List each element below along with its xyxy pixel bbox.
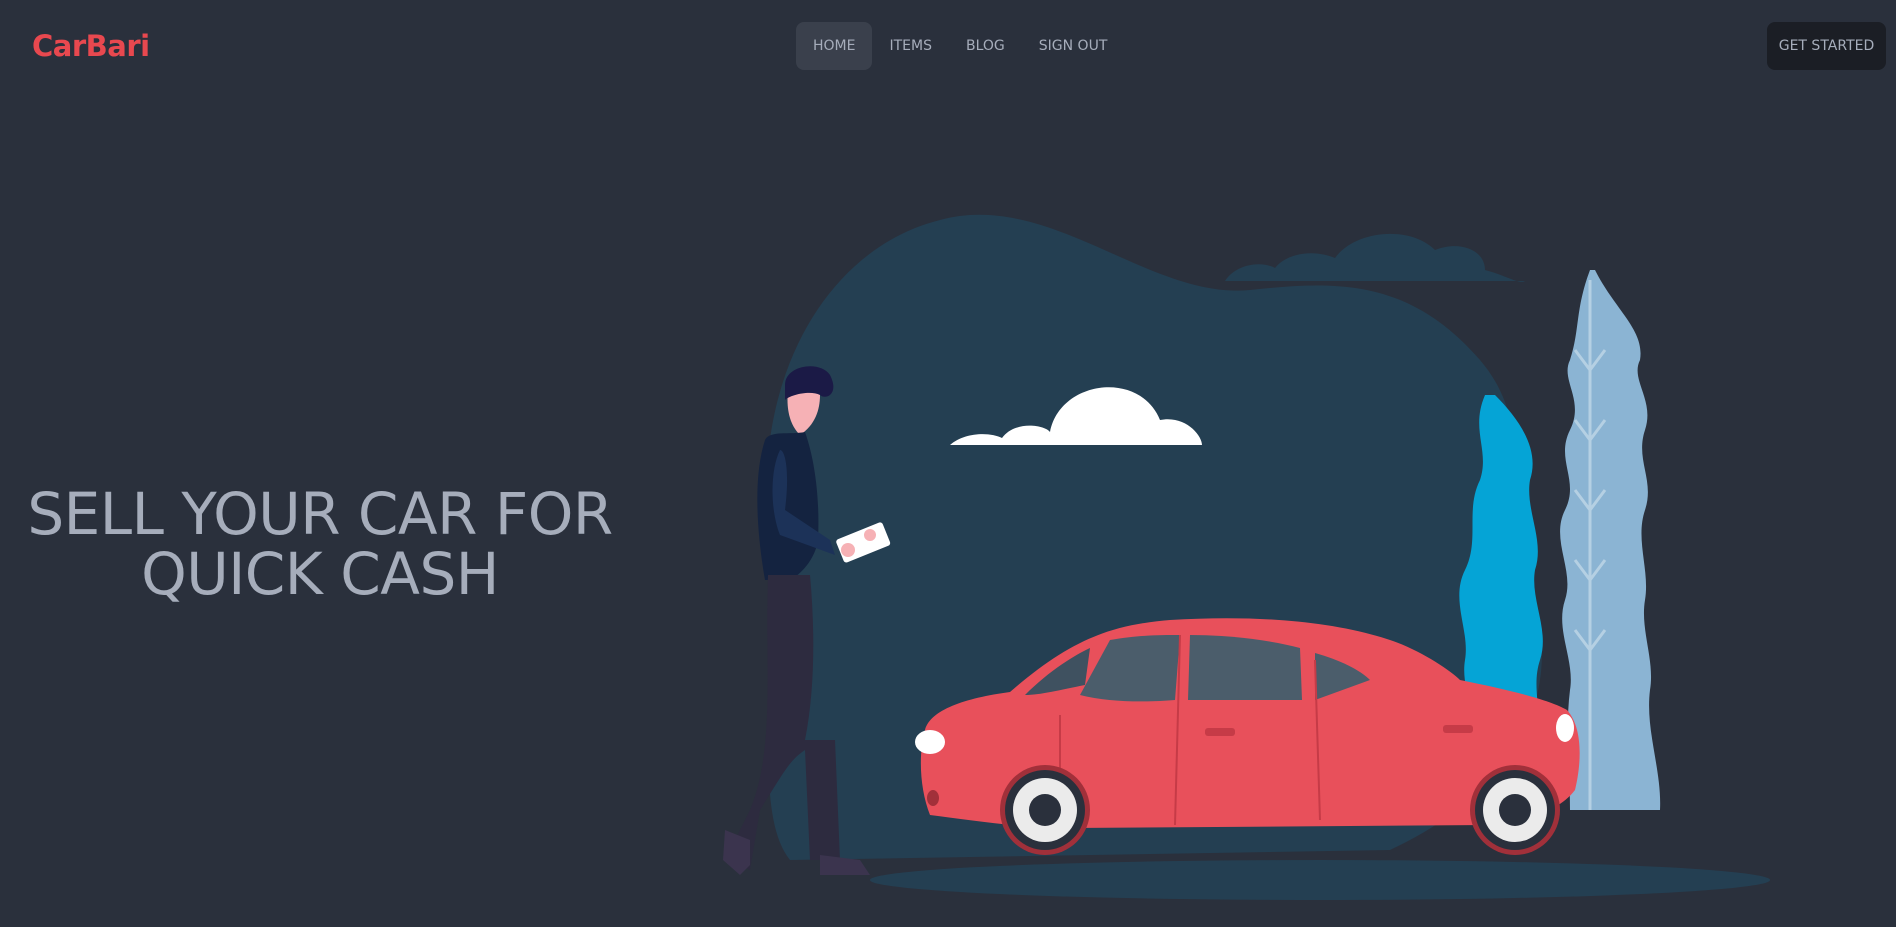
hero-title-line-1: SELL YOUR CAR FOR — [27, 480, 613, 548]
nav-item-blog[interactable]: BLOG — [949, 22, 1022, 70]
navbar: CarBari HOME ITEMS BLOG SIGN OUT GET STA… — [0, 0, 1896, 92]
hero-title-line-2: QUICK CASH — [141, 540, 499, 608]
page: CarBari HOME ITEMS BLOG SIGN OUT GET STA… — [0, 0, 1896, 927]
dark-cloud — [1225, 233, 1525, 282]
nav-item-home[interactable]: HOME — [796, 22, 873, 70]
hero-title: SELL YOUR CAR FOR QUICK CASH — [20, 484, 620, 604]
man-with-car-illustration — [723, 214, 1770, 900]
nav-item-sign-out[interactable]: SIGN OUT — [1022, 22, 1125, 70]
ground-shadow — [870, 860, 1770, 900]
nav-menu: HOME ITEMS BLOG SIGN OUT — [796, 22, 1124, 70]
brand-logo[interactable]: CarBari — [32, 28, 150, 64]
nav-item-items[interactable]: ITEMS — [872, 22, 949, 70]
get-started-button[interactable]: GET STARTED — [1767, 22, 1886, 70]
